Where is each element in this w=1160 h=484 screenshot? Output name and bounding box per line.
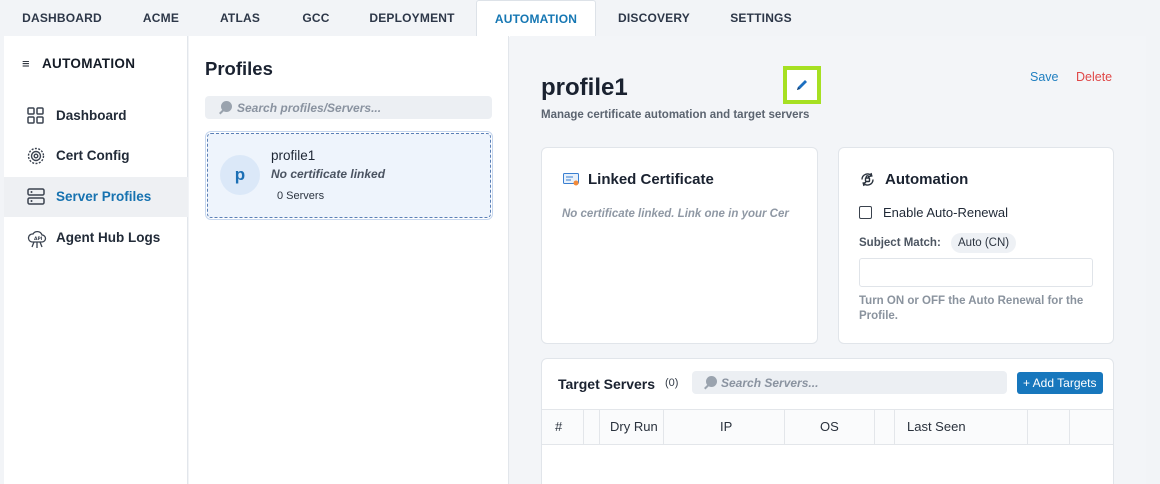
sidebar-title: AUTOMATION	[42, 56, 136, 71]
sidebar-item-dashboard[interactable]: Dashboard	[4, 96, 188, 136]
svg-text:API: API	[34, 236, 43, 242]
delete-button[interactable]: Delete	[1076, 70, 1112, 84]
servers-search[interactable]	[692, 371, 1007, 394]
avatar: p	[220, 155, 260, 195]
automation-title: Automation	[885, 171, 969, 188]
edit-button[interactable]	[783, 66, 821, 104]
sidebar-item-label: Dashboard	[56, 108, 127, 123]
tab-deployment[interactable]: DEPLOYMENT	[358, 0, 466, 36]
linked-certificate-card: Linked Certificate No certificate linked…	[541, 147, 818, 344]
auto-renew-icon	[859, 171, 876, 193]
column-header-index[interactable]: #	[542, 410, 584, 444]
tab-discovery[interactable]: DISCOVERY	[608, 0, 700, 36]
linked-certificate-empty: No certificate linked. Link one in your …	[562, 208, 789, 220]
automation-card: Automation Enable Auto-Renewal Subject M…	[838, 147, 1114, 344]
column-header-extra[interactable]	[1028, 410, 1070, 444]
tab-gcc[interactable]: GCC	[288, 0, 344, 36]
column-header-select[interactable]	[584, 410, 600, 444]
subject-match-field[interactable]	[859, 258, 1093, 287]
column-header-blank[interactable]	[875, 410, 895, 444]
profile-card[interactable]: p profile1 No certificate linked 0 Serve…	[205, 131, 493, 220]
target-servers-table-header: # Dry Run IP OS Last Seen	[542, 409, 1113, 445]
main-content: profile1 Save Delete Manage certificate …	[510, 36, 1146, 484]
certificate-icon	[563, 173, 580, 192]
auto-renewal-label: Enable Auto-Renewal	[883, 205, 1009, 220]
tab-settings[interactable]: SETTINGS	[718, 0, 804, 36]
column-header-dry-run[interactable]: Dry Run	[600, 410, 664, 444]
page-subtitle: Manage certificate automation and target…	[541, 109, 810, 121]
target-servers-count: (0)	[665, 377, 679, 389]
grid-icon	[26, 106, 46, 126]
profile-cert-status: No certificate linked	[271, 167, 386, 181]
tab-atlas[interactable]: ATLAS	[207, 0, 273, 36]
tab-acme[interactable]: ACME	[130, 0, 192, 36]
target-servers-card: Target Servers (0) + Add Targets # Dry R…	[541, 358, 1114, 484]
sidebar: ≡ AUTOMATION Dashboard Cert Config Server…	[4, 36, 188, 484]
top-navigation: DASHBOARD ACME ATLAS GCC DEPLOYMENT AUTO…	[0, 0, 1160, 37]
api-hub-icon: API	[26, 228, 47, 248]
subject-match-label: Subject Match:	[859, 237, 941, 249]
column-header-last-seen[interactable]: Last Seen	[895, 410, 1028, 444]
sidebar-header: ≡ AUTOMATION	[22, 56, 135, 71]
save-button[interactable]: Save	[1030, 70, 1059, 84]
tab-dashboard[interactable]: DASHBOARD	[10, 0, 114, 36]
profiles-search[interactable]	[205, 96, 492, 119]
gear-cert-icon	[26, 146, 46, 166]
add-targets-button[interactable]: + Add Targets	[1017, 372, 1103, 394]
sidebar-item-label: Agent Hub Logs	[56, 230, 161, 245]
sidebar-item-agent-hub-logs[interactable]: API Agent Hub Logs	[4, 218, 188, 258]
linked-certificate-title: Linked Certificate	[588, 171, 714, 188]
profiles-panel: Profiles p profile1 No certificate linke…	[189, 36, 509, 484]
sidebar-item-label: Server Profiles	[56, 189, 152, 204]
search-icon	[706, 376, 717, 387]
page-title: profile1	[541, 74, 628, 101]
target-servers-title: Target Servers	[558, 376, 656, 392]
sidebar-item-label: Cert Config	[56, 148, 130, 163]
profile-server-count: 0 Servers	[277, 190, 325, 202]
server-icon	[26, 187, 46, 207]
search-icon	[221, 101, 232, 112]
hamburger-icon[interactable]: ≡	[22, 56, 42, 71]
subject-match-value[interactable]: Auto (CN)	[951, 233, 1017, 253]
sidebar-item-cert-config[interactable]: Cert Config	[4, 136, 188, 176]
pencil-icon	[797, 80, 807, 90]
auto-renewal-hint: Turn ON or OFF the Auto Renewal for the …	[859, 295, 1084, 322]
tab-automation[interactable]: AUTOMATION	[476, 0, 596, 37]
profile-name: profile1	[271, 148, 316, 163]
profiles-title: Profiles	[205, 58, 273, 79]
column-header-actions[interactable]	[1070, 410, 1113, 444]
column-header-ip[interactable]: IP	[664, 410, 785, 444]
servers-search-input[interactable]	[721, 375, 991, 390]
auto-renewal-checkbox[interactable]	[859, 206, 872, 219]
sidebar-item-server-profiles[interactable]: Server Profiles	[4, 177, 188, 217]
profiles-search-input[interactable]	[237, 100, 477, 115]
column-header-os[interactable]: OS	[785, 410, 875, 444]
